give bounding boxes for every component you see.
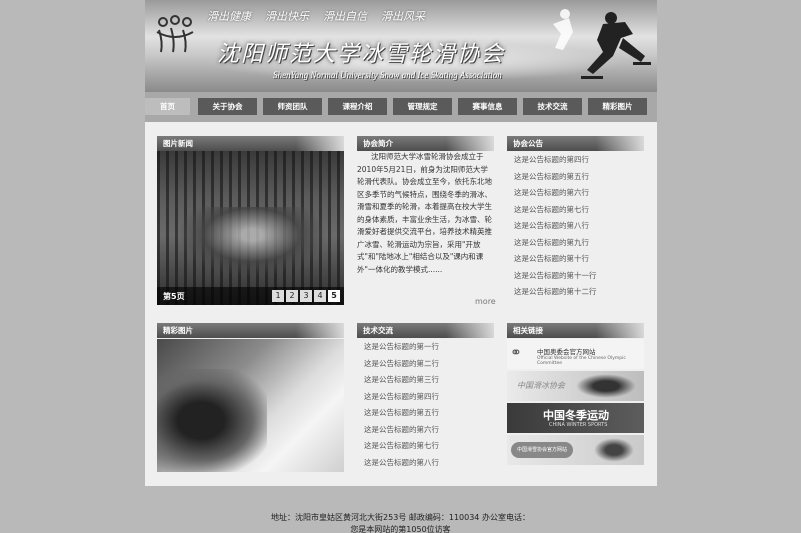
olympic-rings-icon: ⚭	[510, 345, 522, 361]
gallery-photo[interactable]	[157, 339, 344, 472]
footer-visitor-count: 您是本网站的第1050位访客	[350, 525, 451, 533]
slogan-1: 滑出健康	[207, 10, 251, 23]
news-photo-people	[177, 207, 327, 277]
ski-association-link[interactable]: 中国滑雪协会官方网站	[507, 435, 644, 465]
olympic-link-title: 中国奥委会官方网站	[537, 348, 596, 356]
skater-silhouette-icon	[553, 9, 651, 79]
nav-about[interactable]: 关于协会	[198, 98, 257, 115]
main-nav: 首页 关于协会 师资团队 课程介绍 管理规定 赛事信息 技术交流 精彩图片	[145, 92, 657, 122]
header-banner: 滑出健康 滑出快乐 滑出自信 滑出风采 沈阳师范大学冰雪轮滑协会 ShenYan…	[145, 0, 657, 92]
slideshow-page-4[interactable]: 4	[314, 290, 326, 302]
nav-events[interactable]: 赛事信息	[458, 98, 517, 115]
skater-figure-icon	[576, 374, 636, 398]
association-logo-icon	[156, 15, 194, 53]
nav-rules[interactable]: 管理规定	[393, 98, 452, 115]
slideshow-page-2[interactable]: 2	[286, 290, 298, 302]
slideshow-bar: 第5页 1 2 3 4 5	[157, 287, 344, 305]
nav-tech[interactable]: 技术交流	[523, 98, 582, 115]
site-title: 沈阳师范大学冰雪轮滑协会	[217, 42, 506, 67]
announcements-heading: 协会公告	[507, 136, 644, 151]
list-item[interactable]: 这是公告标题的第十行	[507, 251, 644, 268]
site-subtitle: ShenYang Normal University Snow and Ice …	[273, 70, 502, 80]
list-item[interactable]: 这是公告标题的第三行	[357, 372, 494, 389]
gallery-heading: 精彩图片	[157, 323, 344, 338]
announcements-list: 这是公告标题的第四行 这是公告标题的第五行 这是公告标题的第六行 这是公告标题的…	[507, 152, 644, 301]
list-item[interactable]: 这是公告标题的第十一行	[507, 268, 644, 285]
olympic-link-subtitle: Official Website of the Chinese Olympic …	[537, 356, 626, 366]
slideshow-page-label: 第5页	[163, 292, 185, 301]
skating-association-link[interactable]: 中国滑冰协会	[507, 371, 644, 401]
links-heading: 相关链接	[507, 323, 644, 338]
tech-heading: 技术交流	[357, 323, 494, 338]
list-item[interactable]: 这是公告标题的第四行	[357, 389, 494, 406]
skating-link-title: 中国滑冰协会	[517, 381, 565, 390]
slideshow-page-3[interactable]: 3	[300, 290, 312, 302]
nav-gallery[interactable]: 精彩图片	[588, 98, 647, 115]
list-item[interactable]: 这是公告标题的第八行	[357, 455, 494, 472]
footer-address: 地址：沈阳市皇姑区黄河北大街253号 邮政编码：110034 办公室电话：	[271, 513, 530, 522]
site-footer: 地址：沈阳市皇姑区黄河北大街253号 邮政编码：110034 办公室电话： 您是…	[0, 512, 801, 533]
list-item[interactable]: 这是公告标题的第二行	[357, 356, 494, 373]
list-item[interactable]: 这是公告标题的第七行	[507, 202, 644, 219]
links-list: ⚭ 中国奥委会官方网站 Official Website of the Chin…	[507, 339, 644, 467]
winter-sports-title: 中国冬季运动	[543, 409, 609, 422]
list-item[interactable]: 这是公告标题的第八行	[507, 218, 644, 235]
list-item[interactable]: 这是公告标题的第六行	[357, 422, 494, 439]
list-item[interactable]: 这是公告标题的第五行	[507, 169, 644, 186]
skier-figure-icon	[594, 438, 634, 462]
picture-news-slideshow[interactable]: 第5页 1 2 3 4 5	[157, 151, 344, 305]
slideshow-page-5[interactable]: 5	[328, 290, 340, 302]
intro-text-block: 沈阳师范大学冰雪轮滑协会成立于2010年5月21日，前身为沈阳师范大学轮滑代表队…	[357, 151, 494, 311]
main-content: 图片新闻 第5页 1 2 3 4 5 协会简介 沈阳师范大学冰雪轮滑协会成立于2…	[145, 122, 657, 486]
list-item[interactable]: 这是公告标题的第九行	[507, 235, 644, 252]
ski-link-title: 中国滑雪协会官方网站	[511, 442, 573, 458]
list-item[interactable]: 这是公告标题的第六行	[507, 185, 644, 202]
winter-sports-subtitle: CHINA WINTER SPORTS	[549, 422, 608, 428]
gallery-photo-people	[157, 369, 267, 472]
list-item[interactable]: 这是公告标题的第一行	[357, 339, 494, 356]
slogan-4: 滑出风采	[381, 10, 425, 23]
list-item[interactable]: 这是公告标题的第四行	[507, 152, 644, 169]
intro-more-link[interactable]: more	[475, 297, 496, 306]
list-item[interactable]: 这是公告标题的第五行	[357, 405, 494, 422]
intro-heading: 协会简介	[357, 136, 494, 151]
list-item[interactable]: 这是公告标题的第七行	[357, 438, 494, 455]
intro-text: 沈阳师范大学冰雪轮滑协会成立于2010年5月21日，前身为沈阳师范大学轮滑代表队…	[357, 152, 492, 274]
nav-home[interactable]: 首页	[145, 98, 190, 115]
nav-faculty[interactable]: 师资团队	[263, 98, 322, 115]
winter-sports-link[interactable]: 中国冬季运动 CHINA WINTER SPORTS	[507, 403, 644, 433]
slogan-2: 滑出快乐	[265, 10, 309, 23]
olympic-committee-link[interactable]: ⚭ 中国奥委会官方网站 Official Website of the Chin…	[507, 339, 644, 369]
banner-slogans: 滑出健康 滑出快乐 滑出自信 滑出风采	[207, 8, 425, 24]
nav-courses[interactable]: 课程介绍	[328, 98, 387, 115]
slideshow-pager: 1 2 3 4 5	[272, 290, 340, 302]
tech-list: 这是公告标题的第一行 这是公告标题的第二行 这是公告标题的第三行 这是公告标题的…	[357, 339, 494, 471]
list-item[interactable]: 这是公告标题的第十二行	[507, 284, 644, 301]
slogan-3: 滑出自信	[323, 10, 367, 23]
picture-news-heading: 图片新闻	[157, 136, 344, 151]
slideshow-page-1[interactable]: 1	[272, 290, 284, 302]
